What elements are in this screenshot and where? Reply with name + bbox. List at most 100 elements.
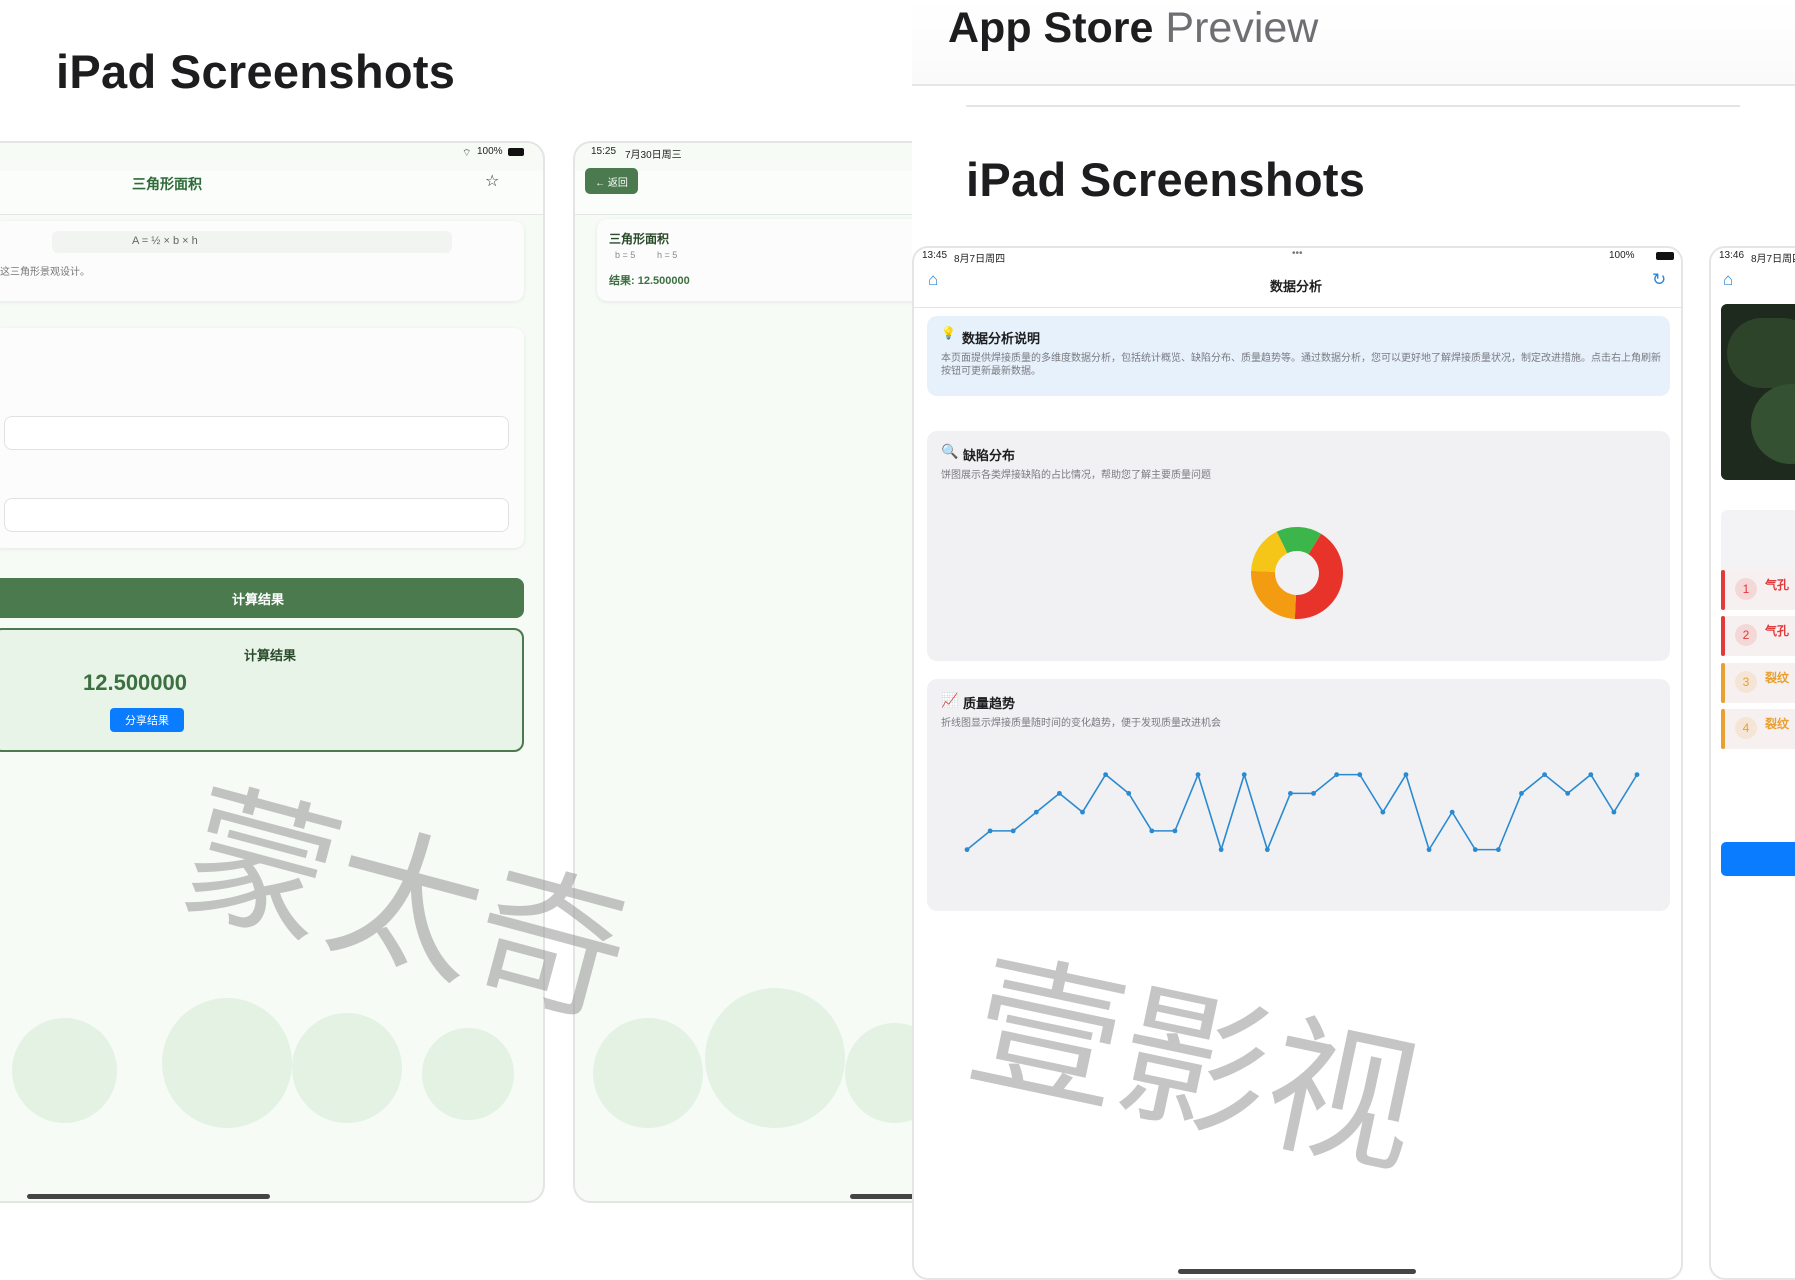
input-card — [0, 328, 524, 548]
trend-point — [1057, 790, 1062, 796]
status-time: 13:45 — [922, 250, 948, 261]
section-title: iPad Screenshots — [56, 45, 456, 98]
divider — [966, 105, 1740, 107]
right-panel: App Store Preview iPad Screenshots 13:45… — [912, 0, 1795, 1280]
trend-point — [1010, 828, 1016, 834]
section-title: iPad Screenshots — [966, 153, 1366, 206]
trend-point — [1449, 809, 1455, 815]
status-battery: 100% — [1609, 250, 1635, 261]
trend-point — [1334, 772, 1340, 778]
info-title: 数据分析说明 — [962, 331, 1041, 346]
left-panel: iPad Screenshots ⌔ 100% 三角形面积 ☆ A = ½ × … — [0, 0, 912, 1280]
calculate-button[interactable]: 计算结果 — [0, 578, 524, 618]
trend-point — [1542, 772, 1547, 778]
photo-thumbnail[interactable] — [1721, 304, 1795, 480]
history-b: b = 5 — [615, 250, 636, 260]
trend-point — [1472, 847, 1478, 853]
trend-title: 质量趋势 — [963, 696, 1016, 711]
defect-desc: 饼图展示各类焊接缺陷的占比情况，帮助您了解主要质量问题 — [941, 470, 1211, 481]
home-icon[interactable]: ⌂ — [1723, 270, 1733, 290]
defect-label: 气孔 — [1765, 578, 1790, 592]
trend-line — [966, 771, 1638, 853]
status-date: 8月7日周四 — [954, 254, 1006, 265]
trend-point — [1380, 809, 1386, 815]
nav-bar — [0, 171, 543, 215]
trend-point — [1357, 772, 1363, 778]
defect-label: 气孔 — [1765, 624, 1790, 638]
defect-list-item[interactable]: 4 裂纹 — [1721, 709, 1795, 749]
formula-card: A = ½ × b × h 这三角形景观设计。 — [0, 221, 524, 301]
refresh-icon[interactable]: ↻ — [1652, 270, 1666, 290]
home-indicator — [850, 1194, 912, 1199]
ipad-screenshot-data-analysis[interactable]: 13:45 8月7日周四 ••• 100% ⌂ 数据分析 ↻ 💡 数据分析说明 … — [912, 246, 1683, 1280]
severity-bar — [1721, 709, 1725, 749]
trend-point — [1103, 772, 1109, 778]
status-dots: ••• — [1292, 248, 1303, 259]
store-title: App Store Preview — [948, 4, 1318, 53]
tree-decoration — [705, 988, 845, 1128]
severity-bar — [1721, 570, 1725, 610]
share-button[interactable]: 分享结果 — [110, 708, 184, 732]
ipad-screenshot-next[interactable]: 13:46 8月7日周四 ⌂ 1 气孔 2 气孔 3 裂纹 4 裂纹 — [1709, 246, 1795, 1280]
app-store-header: App Store Preview — [912, 0, 1795, 86]
trend-point — [1172, 828, 1178, 834]
status-time: 15:25 — [591, 146, 617, 157]
nav-title: 数据分析 — [1270, 279, 1323, 294]
defect-number: 3 — [1735, 671, 1757, 693]
defect-number: 1 — [1735, 578, 1757, 600]
defect-list-item[interactable]: 3 裂纹 — [1721, 663, 1795, 703]
tree-decoration — [162, 998, 292, 1128]
battery-icon — [508, 148, 524, 156]
height-input[interactable] — [4, 498, 509, 532]
tree-decoration — [593, 1018, 703, 1128]
nav-title: 三角形面积 — [132, 176, 202, 192]
trend-point — [1426, 847, 1432, 853]
result-box: 计算结果 12.500000 分享结果 — [0, 628, 524, 752]
lightbulb-icon: 💡 — [941, 326, 956, 340]
quality-trend-line-chart — [964, 771, 1640, 853]
history-card[interactable]: 三角形面积 b = 5 h = 5 结果: 12.500000 — [597, 219, 912, 301]
ipad-screenshot-history[interactable]: 15:25 7月30日周三 ← 返回 三角形面积 b = 5 h = 5 结果:… — [573, 141, 912, 1203]
trend-point — [1403, 772, 1409, 778]
trend-point — [1195, 772, 1201, 778]
home-icon[interactable]: ⌂ — [928, 270, 938, 290]
defect-list-item[interactable]: 1 气孔 — [1721, 570, 1795, 610]
star-icon[interactable]: ☆ — [485, 171, 499, 191]
formula-description: 这三角形景观设计。 — [0, 267, 90, 278]
battery-icon — [1656, 252, 1674, 260]
result-heading: 计算结果 — [243, 648, 296, 663]
action-button[interactable] — [1721, 842, 1795, 876]
severity-bar — [1721, 663, 1725, 703]
defect-list-item[interactable]: 2 气孔 — [1721, 616, 1795, 656]
battery-percent: 100% — [477, 146, 503, 157]
trend-point — [964, 847, 970, 853]
history-h: h = 5 — [657, 250, 678, 260]
tree-decoration — [12, 1018, 117, 1123]
trend-point — [1126, 790, 1132, 796]
trend-point — [1634, 772, 1640, 778]
trend-desc: 折线图显示焊接质量随时间的变化趋势，便于发现质量改进机会 — [941, 718, 1221, 729]
defect-label: 裂纹 — [1765, 671, 1790, 685]
trend-point — [1588, 772, 1594, 778]
info-panel: 💡 数据分析说明 本页面提供焊接质量的多维度数据分析，包括统计概览、缺陷分布、质… — [927, 316, 1670, 396]
base-input[interactable] — [4, 416, 509, 450]
trend-panel: 📈 质量趋势 折线图显示焊接质量随时间的变化趋势，便于发现质量改进机会 — [927, 679, 1670, 911]
history-title: 三角形面积 — [609, 232, 670, 246]
formula-text: A = ½ × b × h — [132, 235, 198, 247]
trend-point — [1033, 809, 1039, 815]
magnifier-icon: 🔍 — [941, 443, 959, 459]
info-body: 本页面提供焊接质量的多维度数据分析，包括统计概览、缺陷分布、质量趋势等。通过数据… — [941, 353, 1661, 377]
defect-number: 4 — [1735, 717, 1757, 739]
tree-decoration — [845, 1023, 912, 1123]
status-date: 8月7日周四 — [1751, 254, 1795, 265]
defect-title: 缺陷分布 — [963, 448, 1016, 463]
foliage-shape — [1727, 318, 1795, 388]
home-indicator — [1178, 1269, 1416, 1274]
defect-number: 2 — [1735, 624, 1757, 646]
wifi-icon: ⌔ — [462, 148, 472, 159]
back-button[interactable]: ← 返回 — [585, 168, 638, 194]
defect-donut-chart — [1251, 527, 1343, 619]
ipad-screenshot-calculator[interactable]: ⌔ 100% 三角形面积 ☆ A = ½ × b × h 这三角形景观设计。 计… — [0, 141, 545, 1203]
trend-point — [1611, 809, 1617, 815]
trend-point — [1218, 847, 1224, 853]
